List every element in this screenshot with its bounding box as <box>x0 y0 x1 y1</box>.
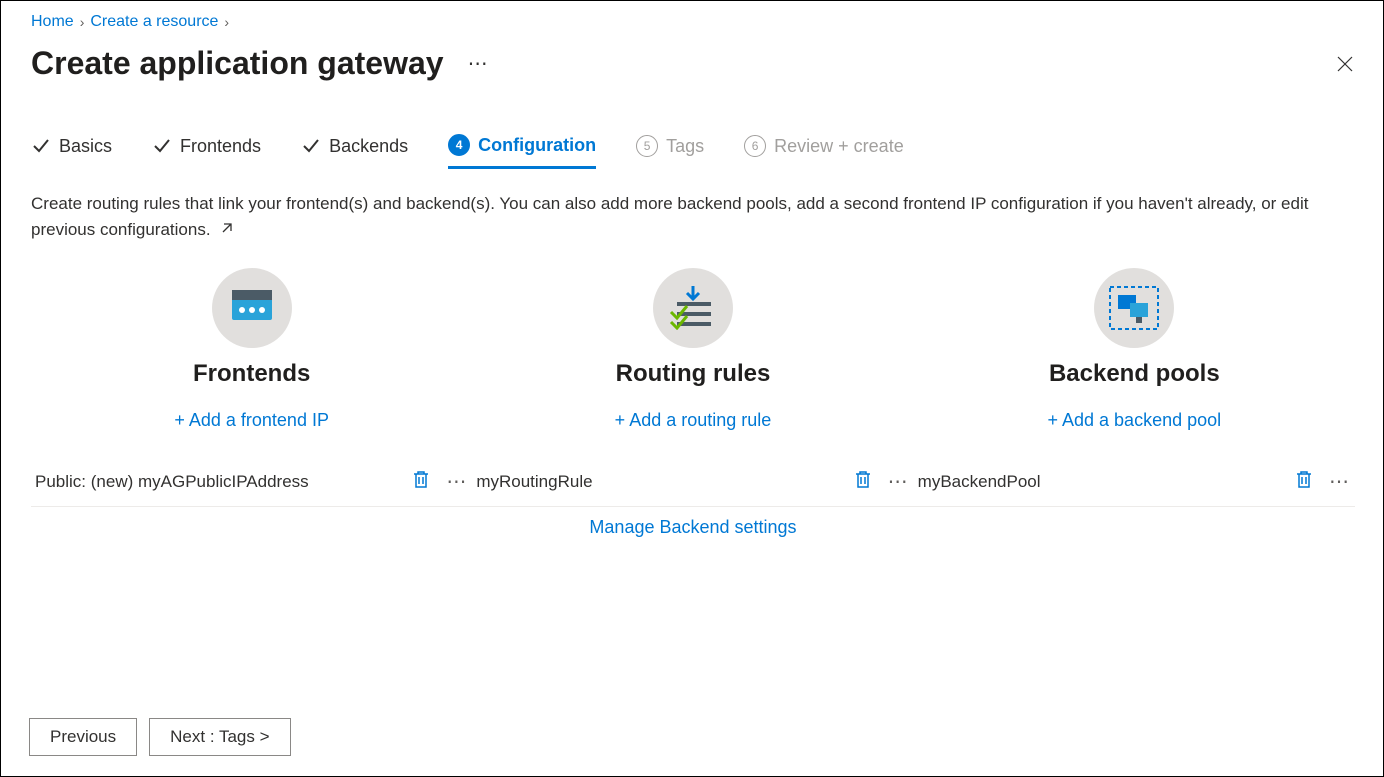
close-icon[interactable] <box>1335 54 1355 74</box>
more-icon[interactable]: ⋯ <box>468 51 490 76</box>
check-icon <box>31 136 51 156</box>
frontend-item-label: Public: (new) myAGPublicIPAddress <box>35 472 412 492</box>
add-backend-pool-link[interactable]: + Add a backend pool <box>1047 410 1221 431</box>
tab-label: Frontends <box>180 136 261 157</box>
tab-label: Backends <box>329 136 408 157</box>
backend-pool-icon <box>1094 268 1174 348</box>
delete-icon[interactable] <box>1295 469 1313 494</box>
frontend-item-row[interactable]: Public: (new) myAGPublicIPAddress ⋯ <box>31 457 472 507</box>
routing-rule-item-label: myRoutingRule <box>476 472 853 492</box>
tab-label: Basics <box>59 136 112 157</box>
more-icon[interactable]: ⋯ <box>446 472 468 492</box>
backend-pool-item-label: myBackendPool <box>918 472 1295 492</box>
tab-frontends[interactable]: Frontends <box>152 136 261 167</box>
breadcrumb-home[interactable]: Home <box>31 13 74 31</box>
breadcrumb: Home › Create a resource › <box>31 13 1355 31</box>
breadcrumb-create-resource[interactable]: Create a resource <box>90 13 218 31</box>
tab-backends[interactable]: Backends <box>301 136 408 167</box>
tab-label: Review + create <box>774 136 904 157</box>
delete-icon[interactable] <box>854 469 872 494</box>
external-link-icon[interactable] <box>219 218 233 244</box>
routing-rule-icon <box>653 268 733 348</box>
chevron-right-icon: › <box>80 14 85 30</box>
tab-label: Configuration <box>478 135 596 156</box>
page-title: Create application gateway <box>31 45 444 82</box>
backend-pools-column: Backend pools + Add a backend pool myBac… <box>914 268 1355 538</box>
routing-rules-column: Routing rules + Add a routing rule myRou… <box>472 268 913 538</box>
frontend-icon <box>212 268 292 348</box>
backend-pool-item-row[interactable]: myBackendPool ⋯ <box>914 457 1355 507</box>
tab-tags[interactable]: 5 Tags <box>636 135 704 167</box>
frontends-column: Frontends + Add a frontend IP Public: (n… <box>31 268 472 538</box>
step-number: 4 <box>448 134 470 156</box>
backend-pools-heading: Backend pools <box>1049 360 1220 388</box>
routing-rule-item-row[interactable]: myRoutingRule ⋯ <box>472 457 913 507</box>
more-icon[interactable]: ⋯ <box>888 472 910 492</box>
frontends-heading: Frontends <box>193 360 310 388</box>
chevron-right-icon: › <box>224 14 229 30</box>
routing-rules-heading: Routing rules <box>616 360 771 388</box>
delete-icon[interactable] <box>412 469 430 494</box>
check-icon <box>301 136 321 156</box>
tab-label: Tags <box>666 136 704 157</box>
check-icon <box>152 136 172 156</box>
tab-review-create[interactable]: 6 Review + create <box>744 135 904 167</box>
previous-button[interactable]: Previous <box>29 718 137 756</box>
tab-basics[interactable]: Basics <box>31 136 112 167</box>
add-routing-rule-link[interactable]: + Add a routing rule <box>615 410 772 431</box>
step-number: 6 <box>744 135 766 157</box>
tab-configuration[interactable]: 4 Configuration <box>448 134 596 169</box>
next-button[interactable]: Next : Tags > <box>149 718 290 756</box>
step-number: 5 <box>636 135 658 157</box>
manage-backend-settings-link[interactable]: Manage Backend settings <box>589 517 796 537</box>
configuration-description: Create routing rules that link your fron… <box>31 191 1355 244</box>
add-frontend-ip-link[interactable]: + Add a frontend IP <box>174 410 329 431</box>
more-icon[interactable]: ⋯ <box>1329 472 1351 492</box>
